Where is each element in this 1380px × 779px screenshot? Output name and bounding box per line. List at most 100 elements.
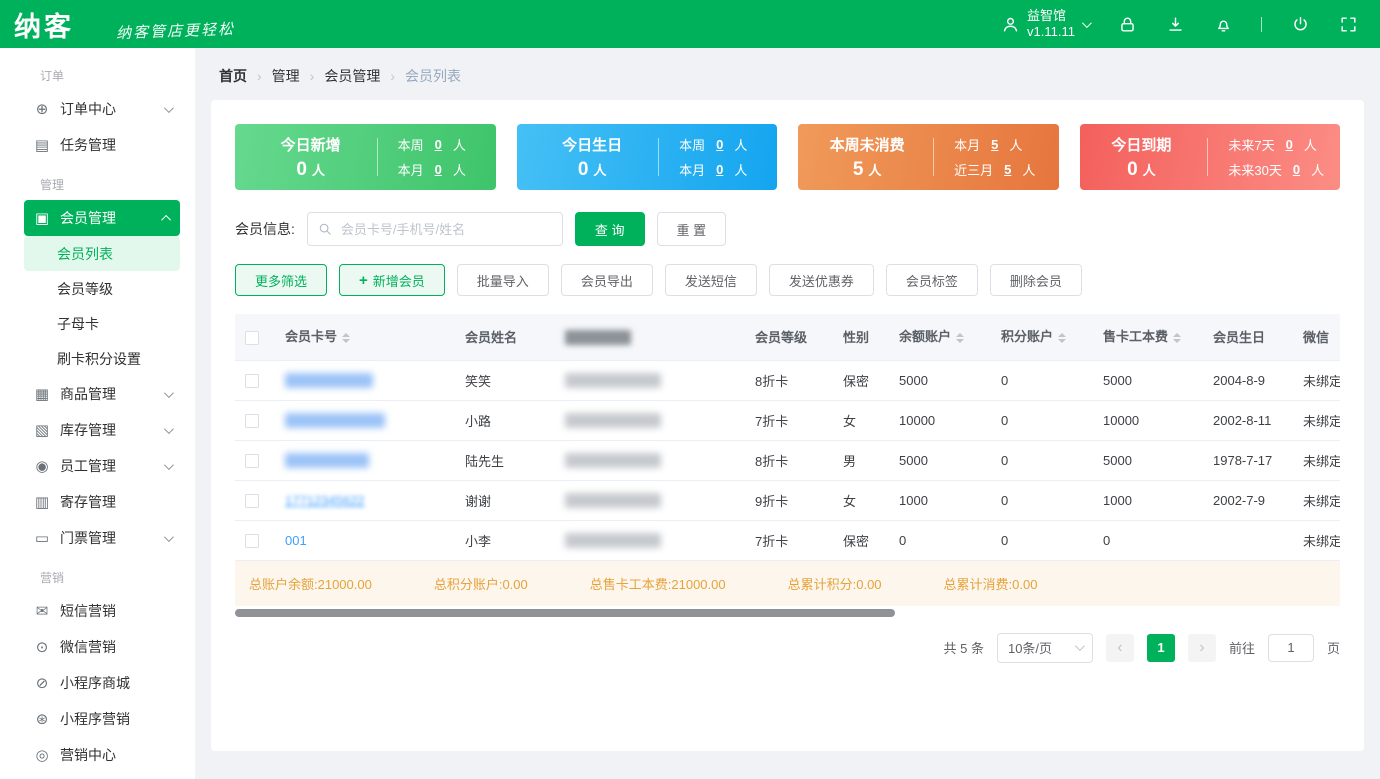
row-checkbox[interactable] bbox=[245, 413, 259, 428]
sort-icon[interactable] bbox=[342, 329, 351, 347]
stat-link[interactable]: 5 bbox=[1004, 162, 1011, 177]
stat-link[interactable]: 0 bbox=[1293, 162, 1300, 177]
sidebar-item-inventory-manage[interactable]: ▧ 库存管理 bbox=[24, 412, 180, 448]
table-row[interactable]: 小路 7折卡 女 10000 0 10000 2002-8-11 未绑定 bbox=[235, 400, 1340, 441]
sidebar-item-storage-manage[interactable]: ▥ 寄存管理 bbox=[24, 484, 180, 520]
sidebar-item-ticket-manage[interactable]: ▭ 门票管理 bbox=[24, 520, 180, 556]
brand-area: 纳客 纳客管店更轻松 bbox=[14, 5, 235, 44]
sort-icon[interactable] bbox=[1173, 329, 1182, 347]
send-sms-button[interactable]: 发送短信 bbox=[664, 264, 757, 296]
app-logo: 纳客 bbox=[14, 11, 74, 42]
sidebar-item-miniapp-mall[interactable]: ⊘ 小程序商城 bbox=[24, 665, 180, 701]
col-wechat: 微信 bbox=[1293, 314, 1340, 361]
redacted-phone bbox=[565, 453, 661, 469]
col-member-name: 会员姓名 bbox=[455, 314, 555, 361]
breadcrumb-member-manage[interactable]: 会员管理 bbox=[324, 66, 380, 86]
chevron-down-icon bbox=[163, 423, 174, 434]
row-checkbox[interactable] bbox=[245, 453, 259, 468]
main-content: 首页 › 管理 › 会员管理 › 会员列表 今日新增 0人 本周0人 本月 bbox=[195, 48, 1380, 779]
delete-member-button[interactable]: 删除会员 bbox=[989, 264, 1082, 296]
stat-link[interactable]: 0 bbox=[716, 162, 723, 177]
member-tag-button[interactable]: 会员标签 bbox=[885, 264, 978, 296]
sidebar-item-order-center[interactable]: ⊕ 订单中心 bbox=[24, 91, 180, 127]
select-all-checkbox[interactable] bbox=[245, 330, 259, 345]
current-page-button[interactable]: 1 bbox=[1146, 633, 1175, 662]
sidebar-item-wechat-marketing[interactable]: ⊙ 微信营销 bbox=[24, 629, 180, 665]
redacted-card-number bbox=[285, 373, 373, 389]
col-card-fee[interactable]: 售卡工本费 bbox=[1093, 314, 1203, 361]
breadcrumb-home[interactable]: 首页 bbox=[219, 66, 247, 86]
sidebar-subitem-member-level[interactable]: 会员等级 bbox=[24, 271, 180, 306]
redacted-phone bbox=[565, 413, 661, 429]
sidebar-item-sms-marketing[interactable]: ✉ 短信营销 bbox=[24, 593, 180, 629]
summary-total-accrued-points: 总累计积分:0.00 bbox=[787, 576, 882, 592]
bell-icon[interactable] bbox=[1213, 14, 1233, 34]
stat-link[interactable]: 0 bbox=[716, 137, 723, 152]
sort-icon[interactable] bbox=[956, 329, 965, 347]
stat-divider bbox=[1207, 138, 1209, 176]
prev-page-button[interactable]: ‹ bbox=[1105, 633, 1134, 662]
stat-cards: 今日新增 0人 本周 0 人 本月 0 人 今日生日 0人 本周 0 人 本月 … bbox=[235, 124, 1340, 190]
sidebar-subitem-swipe-points-setting[interactable]: 刷卡积分设置 bbox=[24, 341, 180, 376]
stat-link[interactable]: 0 bbox=[435, 162, 442, 177]
sidebar-item-task-manage[interactable]: ▤ 任务管理 bbox=[24, 127, 180, 163]
staff-icon: ◉ bbox=[35, 458, 49, 475]
goto-label: 前往 bbox=[1228, 641, 1255, 656]
sort-icon[interactable] bbox=[1058, 329, 1067, 347]
download-icon[interactable] bbox=[1165, 14, 1185, 34]
query-button[interactable]: 查 询 bbox=[574, 212, 645, 246]
sidebar-item-miniapp-marketing[interactable]: ⊛ 小程序营销 bbox=[24, 701, 180, 737]
storage-icon: ▥ bbox=[34, 494, 50, 511]
reset-button[interactable]: 重 置 bbox=[656, 212, 727, 246]
member-export-button[interactable]: 会员导出 bbox=[560, 264, 653, 296]
sidebar-item-staff-manage[interactable]: ◉ 员工管理 bbox=[24, 448, 180, 484]
member-card-link[interactable]: 001 bbox=[285, 533, 307, 548]
chevron-down-icon bbox=[1081, 17, 1092, 28]
chevron-down-icon bbox=[163, 102, 174, 113]
col-member-grade: 会员等级 bbox=[745, 314, 833, 361]
sidebar-subitem-parent-child-card[interactable]: 子母卡 bbox=[24, 306, 180, 341]
member-search-input[interactable] bbox=[338, 220, 552, 238]
power-icon[interactable] bbox=[1290, 14, 1310, 34]
sidebar-item-marketing-center[interactable]: ◎ 营销中心 bbox=[24, 737, 180, 773]
table-row[interactable]: 陆先生 8折卡 男 5000 0 5000 1978-7-17 未绑定 bbox=[235, 440, 1340, 481]
col-member-card[interactable]: 会员卡号 bbox=[275, 314, 455, 361]
table-row[interactable]: 001 小李 7折卡 保密 0 0 0 未绑定 bbox=[235, 520, 1340, 561]
col-points[interactable]: 积分账户 bbox=[991, 314, 1093, 361]
stat-link[interactable]: 0 bbox=[1286, 137, 1293, 152]
table-row[interactable]: 笑笑 8折卡 保密 5000 0 5000 2004-8-9 未绑定 bbox=[235, 360, 1340, 401]
lock-icon[interactable] bbox=[1117, 14, 1137, 34]
goto-unit: 页 bbox=[1326, 641, 1340, 656]
redacted-card-number bbox=[285, 453, 369, 469]
sidebar-item-goods-manage[interactable]: ▦ 商品管理 bbox=[24, 376, 180, 412]
row-checkbox[interactable] bbox=[245, 493, 259, 508]
horizontal-scrollbar[interactable] bbox=[235, 608, 895, 617]
account-menu[interactable]: 益智馆 v1.11.11 bbox=[1000, 8, 1092, 39]
sidebar-subitem-member-list[interactable]: 会员列表 bbox=[24, 236, 180, 271]
sidebar-item-member-manage[interactable]: ▣ 会员管理 bbox=[24, 200, 180, 236]
row-checkbox[interactable] bbox=[245, 373, 259, 388]
table-row[interactable]: 17712345622 谢谢 9折卡 女 1000 0 1000 2002-7-… bbox=[235, 480, 1340, 521]
sidebar-group-data: 数据 bbox=[0, 773, 195, 779]
add-member-button[interactable]: + 新增会员 bbox=[339, 264, 445, 296]
sidebar-group-manage: 管理 bbox=[40, 178, 65, 192]
member-card-link[interactable]: 17712345622 bbox=[285, 493, 365, 508]
summary-total-points: 总积分账户:0.00 bbox=[433, 576, 528, 592]
user-icon bbox=[1000, 14, 1020, 34]
more-filter-button[interactable]: 更多筛选 bbox=[235, 264, 328, 296]
page-size-select[interactable]: 10条/页 bbox=[996, 632, 1093, 663]
col-balance[interactable]: 余额账户 bbox=[889, 314, 991, 361]
send-coupon-button[interactable]: 发送优惠券 bbox=[768, 264, 874, 296]
batch-import-button[interactable]: 批量导入 bbox=[456, 264, 549, 296]
next-page-button[interactable]: › bbox=[1187, 633, 1216, 662]
summary-total-balance: 总账户余额:21000.00 bbox=[249, 576, 372, 592]
stat-link[interactable]: 5 bbox=[991, 137, 998, 152]
redacted-phone bbox=[565, 493, 661, 509]
fullscreen-icon[interactable] bbox=[1338, 14, 1358, 34]
member-card-icon: ▣ bbox=[34, 210, 50, 227]
breadcrumb-manage[interactable]: 管理 bbox=[272, 66, 300, 86]
stat-link[interactable]: 0 bbox=[435, 137, 442, 152]
row-checkbox[interactable] bbox=[245, 533, 259, 548]
breadcrumb-separator: › bbox=[309, 68, 315, 84]
goto-page-input[interactable] bbox=[1267, 633, 1314, 662]
